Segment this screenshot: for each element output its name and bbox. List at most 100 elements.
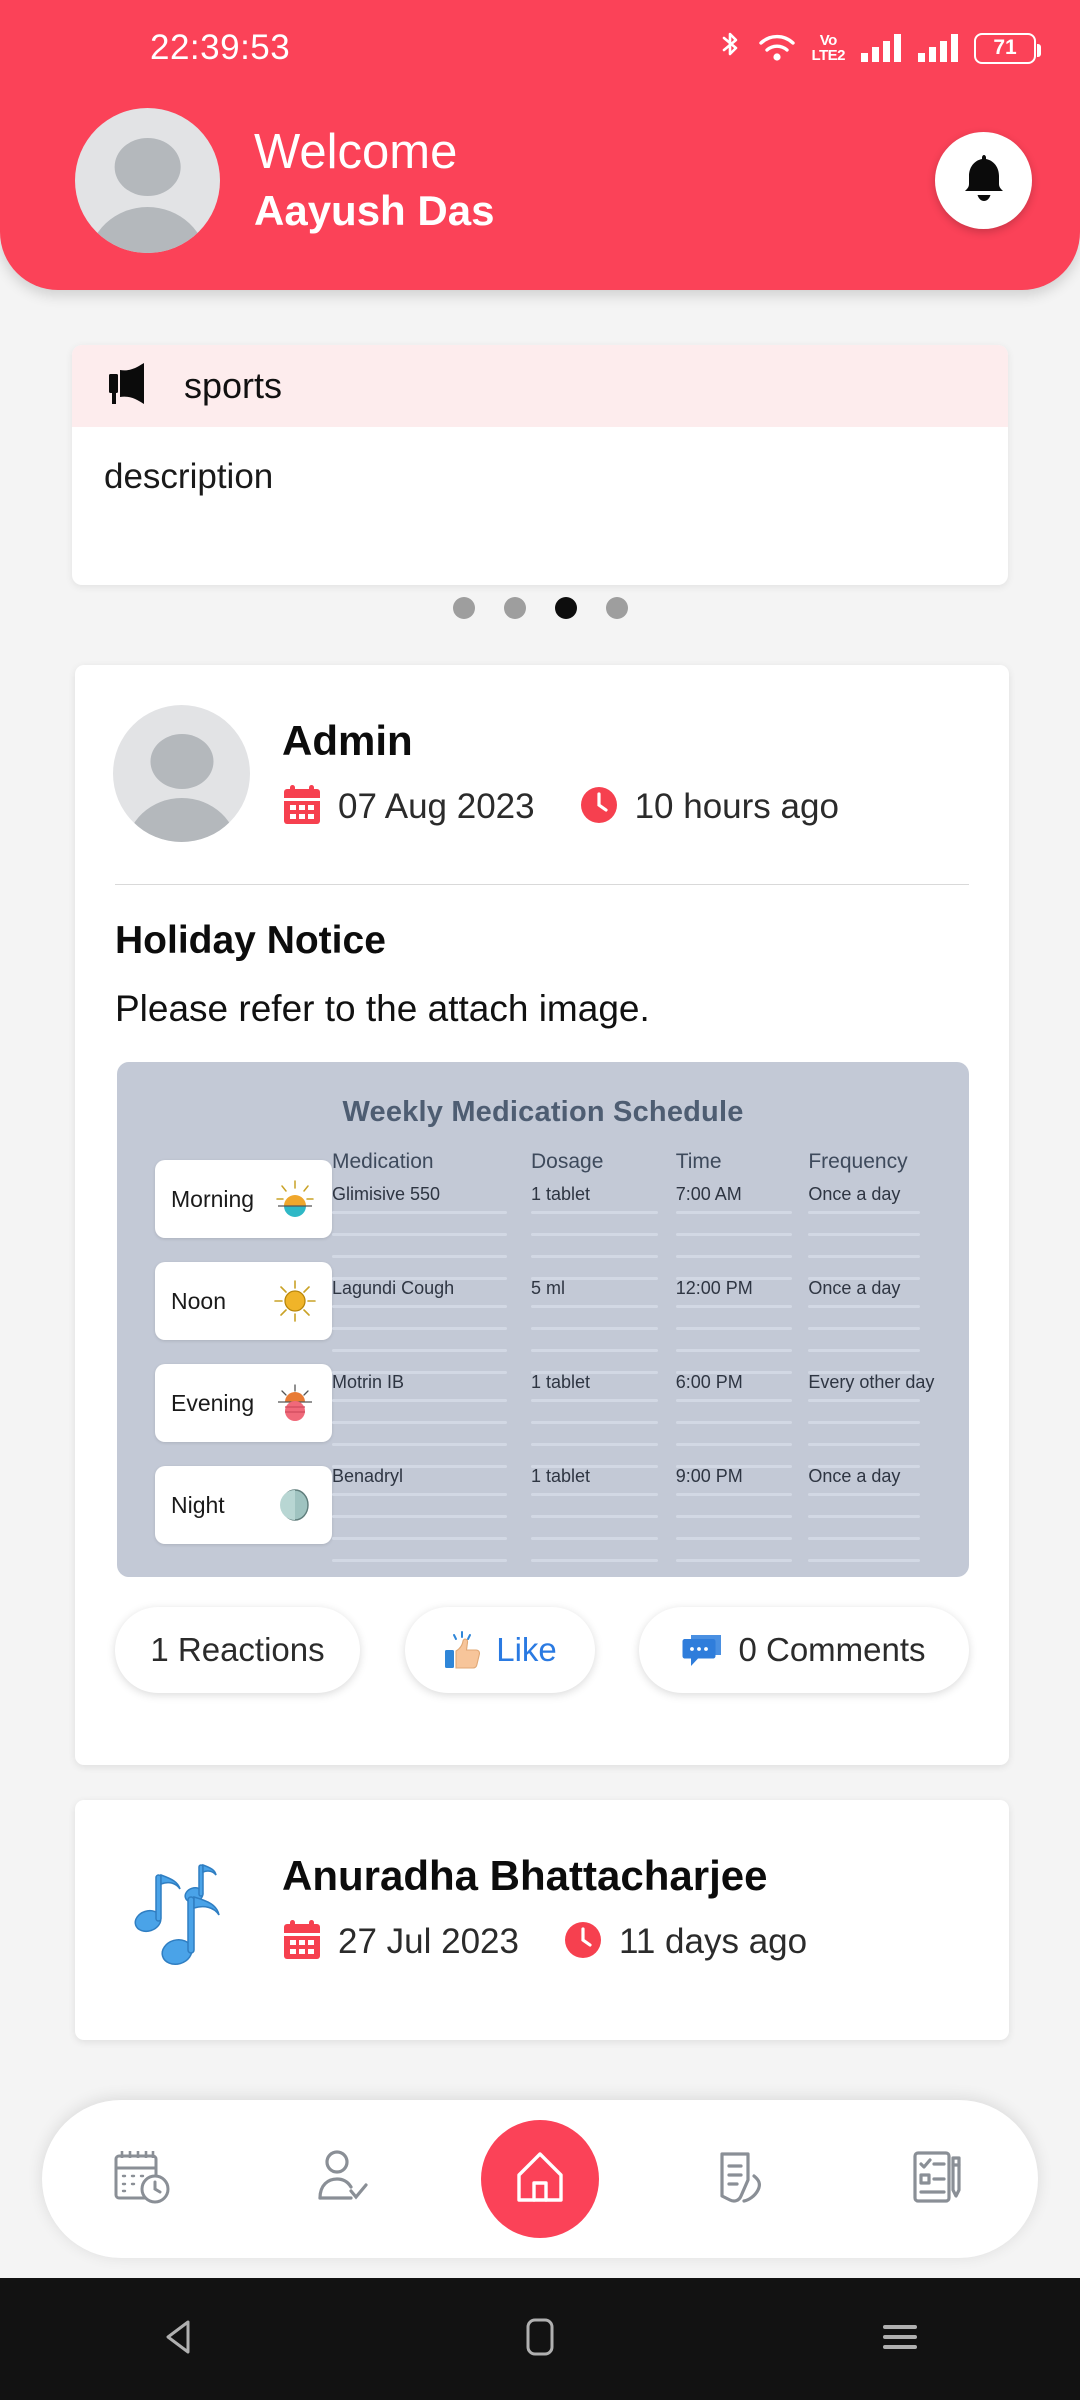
like-label: Like	[496, 1631, 557, 1668]
sunset-icon	[272, 1380, 318, 1426]
post-header: Anuradha Bhattacharjee 27 Jul 2023 11 da…	[75, 1800, 1009, 1977]
cell-frequency: Every other day	[808, 1372, 935, 1392]
avatar[interactable]	[113, 705, 250, 842]
post-date-text: 27 Jul 2023	[338, 1922, 519, 1962]
nav-item-schedule[interactable]	[82, 2119, 202, 2239]
home-square-icon	[521, 2314, 559, 2365]
nav-item-notes[interactable]	[679, 2119, 799, 2239]
clock-icon	[579, 785, 619, 830]
android-back-button[interactable]	[105, 2278, 255, 2400]
carousel-dot-4[interactable]	[605, 597, 628, 619]
slot-label: Morning	[171, 1185, 255, 1212]
android-home-button[interactable]	[465, 2278, 615, 2400]
slot-label: Night	[171, 1491, 225, 1518]
post-header: Admin 07 Aug 2023 10 hours ago	[75, 665, 1009, 842]
comment-icon	[682, 1630, 724, 1670]
cell-medication: Benadryl	[332, 1466, 404, 1486]
bottom-navigation	[42, 2100, 1038, 2258]
calendar-icon	[282, 1919, 322, 1966]
slot-label: Noon	[171, 1287, 226, 1314]
column-header-medication: Medication	[332, 1150, 434, 1173]
medication-table-row: Glimisive 550 1 tablet 7:00 AM Once a da…	[332, 1184, 935, 1280]
post-time: 10 hours ago	[579, 785, 839, 830]
post-author: Anuradha Bhattacharjee	[282, 1852, 768, 1900]
signal-2-icon	[917, 33, 959, 63]
cell-medication: Lagundi Cough	[332, 1278, 455, 1298]
status-bar-icons: Vo LTE2 71	[717, 31, 1041, 65]
announcement-card[interactable]: sports description	[72, 345, 1008, 585]
nav-item-attendance[interactable]	[281, 2119, 401, 2239]
home-icon	[511, 2148, 569, 2211]
home-button-active[interactable]	[480, 2120, 599, 2238]
checklist-pen-icon	[907, 2146, 969, 2213]
cell-frequency: Once a day	[808, 1184, 901, 1204]
note-edit-icon	[708, 2146, 770, 2213]
medication-schedule-title: Weekly Medication Schedule	[342, 1096, 744, 1128]
recents-lines-icon	[878, 2319, 922, 2360]
android-recents-button[interactable]	[825, 2278, 975, 2400]
reactions-button[interactable]: 1 Reactions	[115, 1607, 360, 1693]
nav-item-home[interactable]	[480, 2119, 600, 2239]
medication-table-row: Benadryl 1 tablet 9:00 PM Once a day	[332, 1466, 935, 1562]
status-bar-clock: 22:39:53	[150, 28, 291, 67]
cell-time: 6:00 PM	[675, 1372, 743, 1392]
cell-dosage: 1 tablet	[530, 1372, 591, 1392]
sunrise-icon	[272, 1176, 318, 1222]
cell-frequency: Once a day	[808, 1278, 901, 1298]
column-header-frequency: Frequency	[808, 1150, 908, 1173]
cell-time: 9:00 PM	[675, 1466, 743, 1486]
medication-table-row: Motrin IB 1 tablet 6:00 PM Every other d…	[332, 1372, 935, 1468]
cell-time: 7:00 AM	[675, 1184, 742, 1204]
announcement-title: sports	[184, 365, 283, 406]
carousel-dot-3[interactable]	[554, 597, 577, 619]
comments-button[interactable]: 0 Comments	[639, 1607, 969, 1693]
post-card[interactable]: Admin 07 Aug 2023 10 hours ago Holiday N…	[75, 665, 1009, 1765]
announcement-header: sports	[72, 345, 1008, 427]
medication-slot-list: Morning Noon Evening Night	[117, 1150, 332, 1577]
post-relative-time: 10 hours ago	[634, 787, 839, 827]
calendar-icon	[282, 784, 322, 831]
battery-icon: 71	[974, 32, 1041, 64]
reactions-label: 1 Reactions	[150, 1631, 325, 1668]
notification-button[interactable]	[935, 132, 1032, 229]
cell-dosage: 1 tablet	[530, 1466, 591, 1486]
cell-medication: Glimisive 550	[332, 1184, 441, 1204]
carousel-dot-1[interactable]	[452, 597, 475, 619]
medication-table-row: Lagundi Cough 5 ml 12:00 PM Once a day	[332, 1278, 935, 1374]
cell-medication: Motrin IB	[332, 1372, 405, 1392]
avatar[interactable]	[75, 108, 220, 253]
signal-1-icon	[860, 33, 902, 63]
post-relative-time: 11 days ago	[618, 1922, 808, 1962]
cell-frequency: Once a day	[808, 1466, 901, 1486]
medication-slot: Noon	[155, 1262, 332, 1340]
medication-table: Medication Dosage Time Frequency Glimisi…	[332, 1150, 969, 1577]
music-notes-icon	[113, 1840, 250, 1977]
status-bar: 22:39:53 Vo LTE2 71	[0, 0, 1080, 96]
column-header-dosage: Dosage	[530, 1150, 604, 1173]
wifi-icon	[758, 33, 796, 63]
medication-table-header: Medication Dosage Time Frequency	[332, 1150, 935, 1174]
post-date: 27 Jul 2023	[282, 1919, 519, 1966]
carousel-indicator[interactable]	[0, 597, 1080, 619]
post-attachment-image[interactable]: Weekly Medication Schedule Morning Noon …	[117, 1062, 969, 1577]
post-time: 11 days ago	[563, 1920, 807, 1965]
nav-item-tasks[interactable]	[878, 2119, 998, 2239]
post-actions: 1 Reactions Like 0 Comments	[75, 1577, 1009, 1693]
calendar-clock-icon	[109, 2144, 175, 2215]
announcement-description: description	[104, 457, 274, 496]
post-title: Holiday Notice	[115, 919, 386, 962]
like-button[interactable]: Like	[404, 1607, 595, 1693]
medication-slot: Night	[155, 1466, 332, 1544]
bell-icon	[959, 152, 1009, 209]
sun-icon	[272, 1278, 318, 1324]
person-check-icon	[310, 2146, 372, 2213]
app-header: 22:39:53 Vo LTE2 71 Welcome Aayush Das	[0, 0, 1080, 290]
header-user-row: Welcome Aayush Das	[0, 108, 1080, 253]
volte-icon: Vo LTE2	[811, 32, 845, 64]
post-card[interactable]: Anuradha Bhattacharjee 27 Jul 2023 11 da…	[75, 1800, 1009, 2040]
carousel-dot-2[interactable]	[503, 597, 526, 619]
post-date-text: 07 Aug 2023	[338, 787, 535, 827]
cell-dosage: 5 ml	[530, 1278, 565, 1298]
megaphone-icon	[104, 360, 156, 413]
clock-icon	[563, 1920, 603, 1965]
